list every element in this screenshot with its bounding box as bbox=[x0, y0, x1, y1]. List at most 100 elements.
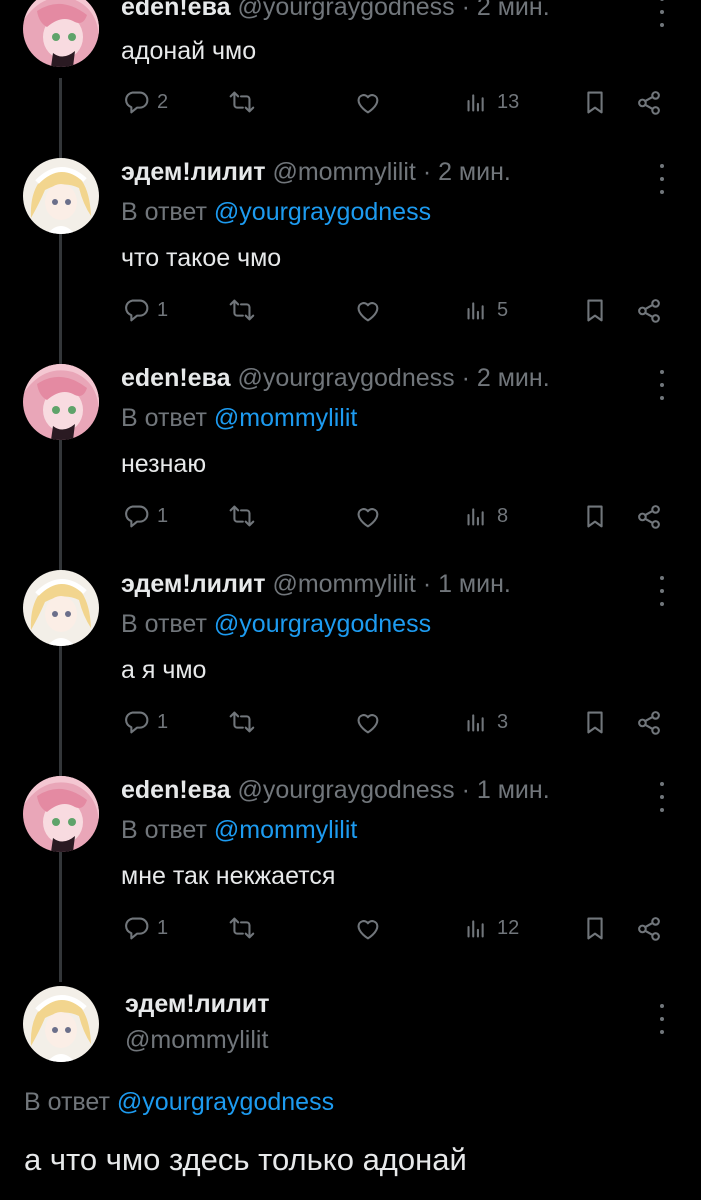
share-button[interactable] bbox=[633, 913, 665, 943]
reply-context: В ответ @yourgraygodness bbox=[121, 610, 431, 639]
reply-button[interactable]: 1 bbox=[121, 707, 168, 737]
retweet-icon bbox=[229, 91, 255, 113]
user-handle[interactable]: @yourgraygodness bbox=[237, 364, 454, 392]
reply-button[interactable]: 2 bbox=[121, 87, 168, 117]
avatar[interactable] bbox=[23, 158, 99, 234]
reply-count: 2 bbox=[157, 90, 169, 113]
more-icon[interactable] bbox=[655, 370, 669, 400]
views-icon bbox=[467, 94, 484, 112]
retweet-button[interactable] bbox=[225, 501, 257, 531]
view-count: 8 bbox=[497, 504, 509, 527]
tweet-header: эдем!лилит @mommylilit · 2 мин. bbox=[121, 158, 511, 187]
timestamp[interactable]: · 1 мин. bbox=[462, 776, 550, 804]
reply-prefix: В ответ bbox=[121, 610, 207, 638]
tweet[interactable]: эдем!лилит @mommylilit · 1 мин. В ответ … bbox=[0, 570, 701, 750]
avatar[interactable] bbox=[23, 776, 99, 852]
display-name[interactable]: эдем!лилит bbox=[121, 158, 265, 186]
display-name[interactable]: eden!ева bbox=[121, 364, 231, 392]
like-button[interactable] bbox=[351, 913, 383, 943]
display-name[interactable]: eden!ева bbox=[121, 0, 231, 21]
avatar[interactable] bbox=[23, 364, 99, 440]
reply-count: 1 bbox=[157, 710, 169, 733]
retweet-button[interactable] bbox=[225, 707, 257, 737]
avatar[interactable] bbox=[23, 0, 99, 67]
view-count: 5 bbox=[497, 298, 509, 321]
reply-button[interactable]: 1 bbox=[121, 913, 168, 943]
reply-button[interactable]: 1 bbox=[121, 501, 168, 531]
tweet-text: мне так некжается bbox=[121, 862, 336, 890]
mention-link[interactable]: @yourgraygodness bbox=[214, 198, 431, 226]
bookmark-button[interactable] bbox=[579, 501, 611, 531]
avatar-pink-icon bbox=[23, 776, 99, 852]
mention-link[interactable]: @yourgraygodness bbox=[214, 610, 431, 638]
reply-icon bbox=[125, 917, 149, 940]
retweet-button[interactable] bbox=[225, 87, 257, 117]
mention-link[interactable]: @yourgraygodness bbox=[117, 1088, 334, 1116]
like-button[interactable] bbox=[351, 295, 383, 325]
avatar[interactable] bbox=[23, 986, 99, 1062]
timestamp[interactable]: · 1 мин. bbox=[423, 570, 511, 598]
reply-context: В ответ @yourgraygodness bbox=[121, 198, 431, 227]
avatar-blonde-icon bbox=[23, 986, 99, 1062]
share-icon bbox=[638, 917, 660, 941]
reply-button[interactable]: 1 bbox=[121, 295, 168, 325]
more-icon[interactable] bbox=[655, 782, 669, 812]
avatar-blonde-icon bbox=[23, 570, 99, 646]
reply-prefix: В ответ bbox=[121, 816, 207, 844]
timestamp[interactable]: · 2 мин. bbox=[462, 364, 550, 392]
more-icon[interactable] bbox=[655, 0, 669, 27]
views-button[interactable]: 13 bbox=[461, 87, 519, 117]
like-button[interactable] bbox=[351, 87, 383, 117]
bookmark-icon bbox=[587, 711, 603, 734]
avatar-pink-icon bbox=[23, 0, 99, 67]
bookmark-button[interactable] bbox=[579, 295, 611, 325]
views-button[interactable]: 5 bbox=[461, 295, 508, 325]
retweet-icon bbox=[229, 711, 255, 733]
tweet-header: eden!ева @yourgraygodness · 1 мин. bbox=[121, 776, 550, 805]
mention-link[interactable]: @mommylilit bbox=[214, 404, 357, 432]
tweet[interactable]: eden!ева @yourgraygodness · 1 мин. В отв… bbox=[0, 776, 701, 956]
share-button[interactable] bbox=[633, 707, 665, 737]
tweet-text: адонай чмо bbox=[121, 37, 257, 65]
display-name[interactable]: eden!ева bbox=[121, 776, 231, 804]
avatar[interactable] bbox=[23, 570, 99, 646]
tweet[interactable]: eden!ева @yourgraygodness · 2 мин. В отв… bbox=[0, 364, 701, 544]
views-button[interactable]: 12 bbox=[461, 913, 519, 943]
share-button[interactable] bbox=[633, 295, 665, 325]
display-name[interactable]: эдем!лилит bbox=[121, 570, 265, 598]
mention-link[interactable]: @mommylilit bbox=[214, 816, 357, 844]
retweet-button[interactable] bbox=[225, 913, 257, 943]
reply-prefix: В ответ bbox=[121, 198, 207, 226]
tweet-header: eden!ева @yourgraygodness · 2 мин. bbox=[121, 364, 550, 393]
more-icon[interactable] bbox=[655, 1004, 669, 1034]
share-button[interactable] bbox=[633, 87, 665, 117]
timestamp[interactable]: · 2 мин. bbox=[462, 0, 550, 21]
retweet-button[interactable] bbox=[225, 295, 257, 325]
user-handle[interactable]: @mommylilit bbox=[125, 1026, 268, 1055]
bookmark-button[interactable] bbox=[579, 913, 611, 943]
more-icon[interactable] bbox=[655, 164, 669, 194]
tweet-text: что такое чмо bbox=[121, 244, 282, 272]
share-button[interactable] bbox=[633, 501, 665, 531]
bookmark-button[interactable] bbox=[579, 707, 611, 737]
more-icon[interactable] bbox=[655, 576, 669, 606]
user-handle[interactable]: @mommylilit bbox=[272, 570, 415, 598]
like-icon bbox=[357, 302, 379, 322]
reply-context: В ответ @mommylilit bbox=[121, 404, 357, 433]
like-button[interactable] bbox=[351, 707, 383, 737]
display-name[interactable]: эдем!лилит bbox=[125, 990, 269, 1019]
tweet[interactable]: эдем!лилит @mommylilit · 2 мин. В ответ … bbox=[0, 158, 701, 338]
reply-context: В ответ @mommylilit bbox=[121, 816, 357, 845]
timestamp[interactable]: · 2 мин. bbox=[423, 158, 511, 186]
bookmark-button[interactable] bbox=[579, 87, 611, 117]
share-icon bbox=[638, 711, 660, 735]
share-icon bbox=[638, 299, 660, 323]
like-button[interactable] bbox=[351, 501, 383, 531]
user-handle[interactable]: @yourgraygodness bbox=[237, 0, 454, 21]
views-button[interactable]: 3 bbox=[461, 707, 508, 737]
user-handle[interactable]: @mommylilit bbox=[272, 158, 415, 186]
bookmark-icon bbox=[587, 917, 603, 940]
views-button[interactable]: 8 bbox=[461, 501, 508, 531]
tweet[interactable]: eden!ева @yourgraygodness · 2 мин. адона… bbox=[0, 0, 701, 131]
user-handle[interactable]: @yourgraygodness bbox=[237, 776, 454, 804]
